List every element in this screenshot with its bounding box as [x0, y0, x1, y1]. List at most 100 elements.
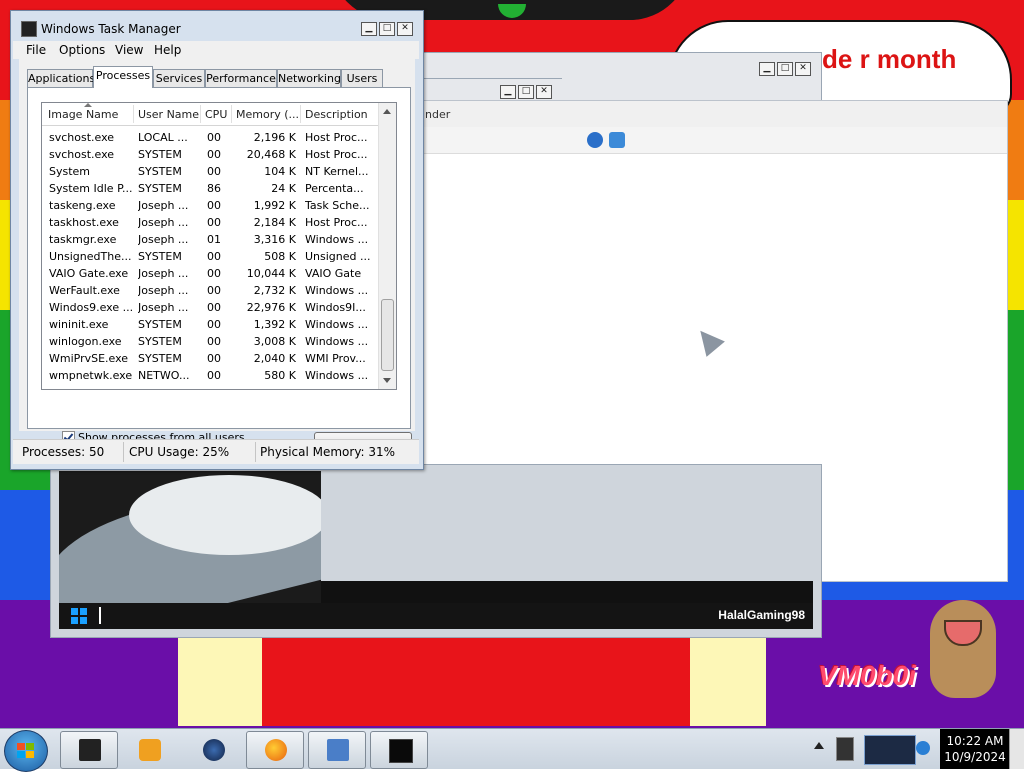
taskbar-checklist-button[interactable] — [308, 731, 366, 769]
taskbar-browser-button[interactable] — [184, 731, 242, 769]
process-user-name: Joseph ... — [138, 216, 189, 229]
process-list[interactable]: Image Name User Name CPU Memory (... Des… — [41, 102, 397, 390]
table-row[interactable]: taskmgr.exe Joseph ... 01 3,316 K Windows ..… — [42, 231, 378, 248]
process-description: Unsigned ... — [305, 250, 371, 263]
maximize-button[interactable]: □ — [379, 22, 395, 36]
table-row[interactable]: winlogon.exe SYSTEM 00 3,008 K Windows ... — [42, 333, 378, 350]
table-row[interactable]: WmiPrvSE.exe SYSTEM 00 2,040 K WMI Prov... — [42, 350, 378, 367]
windows-logo-icon[interactable] — [71, 608, 87, 624]
taskbar-terminal-button[interactable] — [370, 731, 428, 769]
globe-icon — [203, 739, 225, 761]
background-toolbar: nder — [323, 101, 1007, 128]
menu-file[interactable]: File — [26, 43, 46, 57]
taskbar-explorer-button[interactable] — [60, 731, 118, 769]
maximize-button[interactable]: □ — [518, 85, 534, 99]
scroll-thumb[interactable] — [381, 299, 394, 371]
network-icon[interactable] — [864, 735, 916, 765]
menu-view[interactable]: View — [115, 43, 143, 57]
close-button[interactable]: ✕ — [795, 62, 811, 76]
table-row[interactable]: System Idle P... SYSTEM 86 24 K Percenta... — [42, 180, 378, 197]
process-list-scrollbar[interactable] — [378, 103, 396, 389]
process-memory: 1,392 K — [253, 318, 296, 331]
taskbar-media-player-button[interactable] — [120, 731, 178, 769]
table-row[interactable]: Windos9.exe ... Joseph ... 00 22,976 K Windo… — [42, 299, 378, 316]
text-cursor — [99, 607, 101, 624]
task-manager-icon — [21, 21, 37, 37]
show-desktop-button[interactable] — [1009, 729, 1024, 769]
process-memory: 3,316 K — [253, 233, 296, 246]
title-bar[interactable]: Windows Task Manager ▁ □ ✕ — [11, 11, 423, 41]
minimize-button[interactable]: ▁ — [361, 22, 377, 36]
system-tray — [812, 731, 938, 767]
show-hidden-icons-icon[interactable] — [814, 742, 824, 749]
process-image-name: wmpnetwk.exe — [49, 369, 133, 382]
seal-mascot-image — [930, 600, 996, 698]
process-image-name: taskmgr.exe — [49, 233, 117, 246]
column-memory[interactable]: Memory (... — [236, 108, 299, 121]
table-row[interactable]: System SYSTEM 00 104 K NT Kernel... — [42, 163, 378, 180]
menu-help[interactable]: Help — [154, 43, 181, 57]
process-image-name: System Idle P... — [49, 182, 133, 195]
process-image-name: UnsignedThe... — [49, 250, 132, 263]
scroll-up-icon[interactable] — [383, 109, 391, 114]
menu-options[interactable]: Options — [59, 43, 105, 57]
start-button[interactable] — [4, 730, 48, 772]
table-row[interactable]: UnsignedThe... SYSTEM 00 508 K Unsigned ... — [42, 248, 378, 265]
tab-users[interactable]: Users — [341, 69, 383, 87]
table-row[interactable]: taskhost.exe Joseph ... 00 2,184 K Host Proc… — [42, 214, 378, 231]
process-cpu: 00 — [207, 148, 221, 161]
process-memory: 24 K — [271, 182, 296, 195]
media-player-icon — [139, 739, 161, 761]
tab-processes[interactable]: Processes — [93, 66, 153, 88]
column-description[interactable]: Description — [305, 108, 368, 121]
taskbar-firefox-button[interactable] — [246, 731, 304, 769]
firefox-icon — [265, 739, 287, 761]
task-manager-window[interactable]: Windows Task Manager ▁ □ ✕ File Options … — [10, 10, 424, 470]
minimize-button[interactable]: ▁ — [500, 85, 516, 99]
tab-performance[interactable]: Performance — [205, 69, 277, 87]
minimize-button[interactable]: ▁ — [759, 62, 775, 76]
tab-applications[interactable]: Applications — [27, 69, 95, 87]
photo-foam — [129, 475, 321, 555]
table-row[interactable]: wininit.exe SYSTEM 00 1,392 K Windows ... — [42, 316, 378, 333]
close-button[interactable]: ✕ — [397, 22, 413, 36]
background-window-caption-buttons: ▁ □ ✕ — [759, 62, 811, 76]
close-button[interactable]: ✕ — [536, 85, 552, 99]
volume-icon[interactable] — [916, 741, 930, 755]
process-memory: 508 K — [264, 250, 296, 263]
process-cpu: 00 — [207, 165, 221, 178]
process-cpu: 00 — [207, 369, 221, 382]
process-cpu: 01 — [207, 233, 221, 246]
image-viewer-window[interactable]: HalalGaming98 — [50, 464, 822, 638]
wallpaper-cloud-text: de r month — [822, 44, 957, 74]
go-arrow-icon[interactable] — [587, 132, 603, 148]
process-user-name: LOCAL ... — [138, 131, 188, 144]
column-user-name[interactable]: User Name — [138, 108, 199, 121]
scroll-down-icon[interactable] — [383, 378, 391, 383]
process-description: Host Proc... — [305, 148, 368, 161]
wallpaper-shape-right — [690, 636, 766, 726]
table-row[interactable]: WerFault.exe Joseph ... 00 2,732 K Windows .… — [42, 282, 378, 299]
process-image-name: taskeng.exe — [49, 199, 116, 212]
refresh-icon[interactable] — [609, 132, 625, 148]
process-memory: 2,732 K — [253, 284, 296, 297]
table-row[interactable]: svchost.exe LOCAL ... 00 2,196 K Host Proc..… — [42, 129, 378, 146]
column-image-name[interactable]: Image Name — [48, 108, 118, 121]
table-row[interactable]: svchost.exe SYSTEM 00 20,468 K Host Proc... — [42, 146, 378, 163]
tab-networking[interactable]: Networking — [277, 69, 341, 87]
maximize-button[interactable]: □ — [777, 62, 793, 76]
tab-services[interactable]: Services — [153, 69, 205, 87]
process-image-name: wininit.exe — [49, 318, 109, 331]
battery-icon[interactable] — [836, 737, 854, 761]
table-row[interactable]: VAIO Gate.exe Joseph ... 00 10,044 K VAIO Ga… — [42, 265, 378, 282]
process-user-name: SYSTEM — [138, 250, 182, 263]
table-row[interactable]: taskeng.exe Joseph ... 00 1,992 K Task Sche.… — [42, 197, 378, 214]
table-row[interactable]: wmpnetwk.exe NETWO... 00 580 K Windows ... — [42, 367, 378, 384]
status-physical-memory: Physical Memory: 31% — [260, 445, 396, 459]
process-cpu: 00 — [207, 352, 221, 365]
process-cpu: 00 — [207, 216, 221, 229]
status-processes: Processes: 50 — [22, 445, 105, 459]
column-cpu[interactable]: CPU — [205, 108, 227, 121]
taskbar: 10:22 AM 10/9/2024 — [0, 728, 1024, 772]
process-image-name: winlogon.exe — [49, 335, 122, 348]
